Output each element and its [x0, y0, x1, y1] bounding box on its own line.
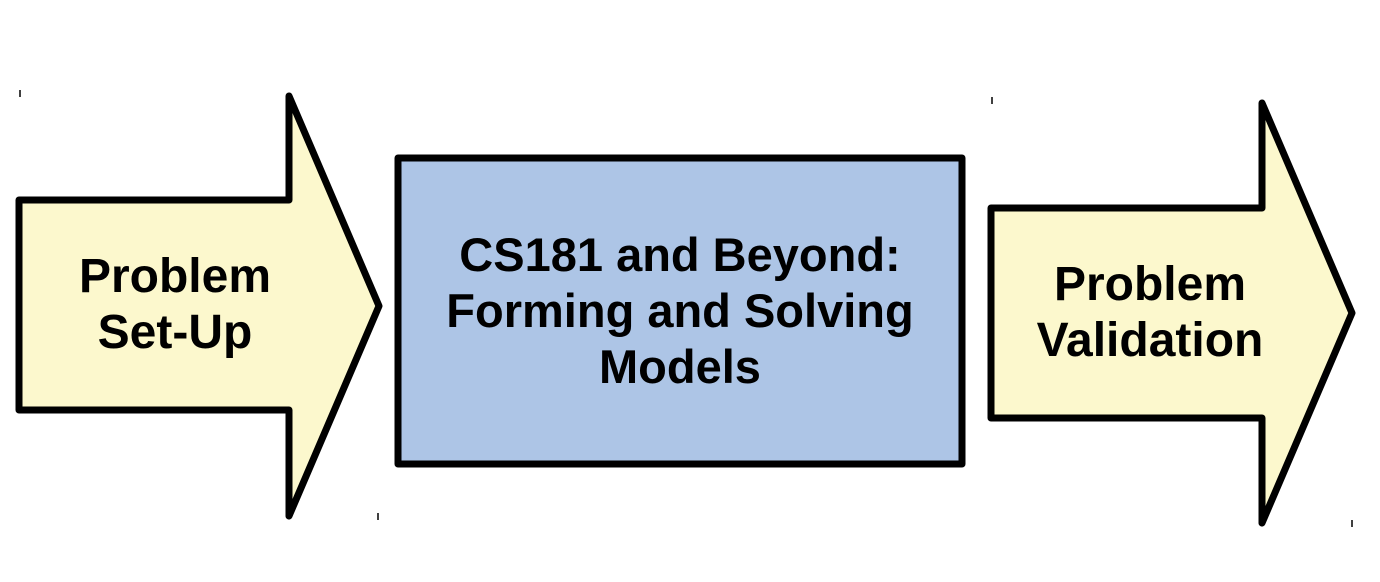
problem-validation-label: Problem Validation — [1010, 208, 1290, 418]
cs181-line3: Models — [599, 340, 761, 393]
problem-setup-label: Problem Set-Up — [40, 200, 310, 410]
problem-validation-line1: Problem — [1053, 258, 1247, 311]
problem-validation-line2: Validation — [1036, 314, 1264, 367]
cs181-line2: Forming and Solving — [446, 284, 914, 337]
cs181-line1: CS181 and Beyond: — [459, 228, 901, 281]
cs181-label: CS181 and Beyond: Forming and Solving Mo… — [398, 200, 962, 422]
problem-setup-line2: Set-Up — [97, 306, 253, 359]
problem-setup-line1: Problem — [78, 250, 272, 303]
